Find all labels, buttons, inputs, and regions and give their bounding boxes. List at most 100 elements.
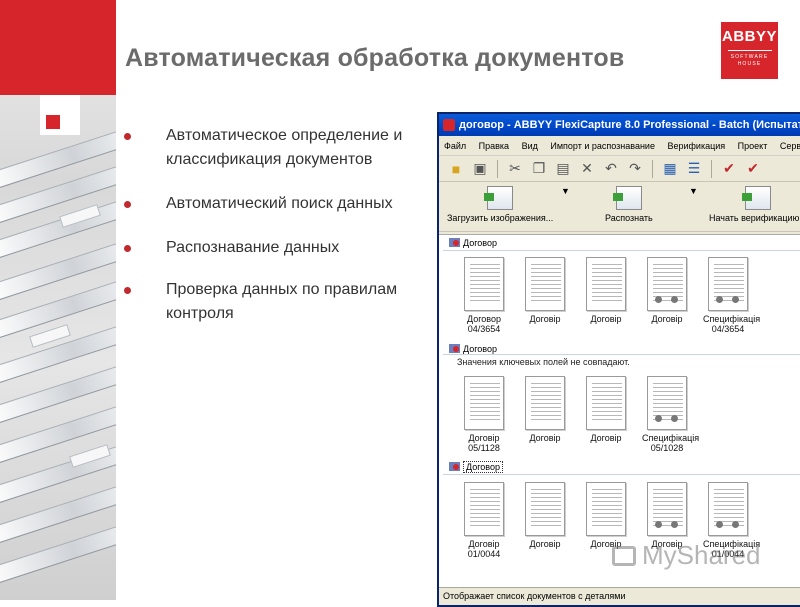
page-thumbnail (525, 257, 565, 311)
group-divider (443, 354, 800, 355)
document-thumbnail[interactable]: Договір 01/0044 (459, 482, 509, 559)
action-bar: Загрузить изображения... ▼ Распознать ▼ … (439, 182, 800, 232)
menu-service[interactable]: Сервис (775, 136, 800, 156)
document-number: 05/1128 (468, 443, 500, 453)
abbyy-logo: ABBYY SOFTWARE HOUSE (721, 22, 778, 79)
toolbar: ■ ▣ ✂ ❐ ▤ ✕ ↶ ↷ ▦ ☰ ✔ ✔ (439, 156, 800, 182)
decorative-photo-strip (0, 0, 116, 600)
presentation-icon (612, 546, 636, 566)
document-group-header[interactable]: Договор (449, 344, 497, 354)
redo-icon[interactable]: ↷ (624, 158, 646, 180)
document-set-icon (449, 238, 460, 247)
document-name: Договір (529, 539, 561, 549)
document-thumbnail[interactable]: Договір (642, 257, 692, 324)
document-thumbnail[interactable]: Договір (520, 257, 570, 324)
page-thumbnail (647, 257, 687, 311)
verify-check-icon[interactable]: ✔ (718, 158, 740, 180)
accent-square (40, 95, 80, 135)
menu-file[interactable]: Файл (439, 136, 471, 156)
document-thumbnail[interactable]: Специфікація 04/3654 (703, 257, 760, 334)
logo-subtitle: SOFTWARE HOUSE (730, 54, 769, 67)
document-batch-view: Договор Договор 04/3654 Договір Договір … (439, 234, 800, 589)
menu-bar: Файл Правка Вид Импорт и распознавание В… (439, 136, 800, 156)
logo-divider (727, 50, 772, 51)
bullet-item: Автоматический поиск данных (124, 192, 444, 216)
bullet-dot-icon (124, 287, 131, 294)
toolbar-divider (711, 159, 712, 178)
delete-icon[interactable]: ✕ (576, 158, 598, 180)
verify-next-icon[interactable]: ✔ (742, 158, 764, 180)
app-icon (443, 119, 455, 131)
document-thumbnail[interactable]: Договор 04/3654 (459, 257, 509, 334)
bullet-text: Автоматический поиск данных (166, 195, 393, 212)
document-thumbnail[interactable]: Договір 05/1128 (459, 376, 509, 453)
undo-icon[interactable]: ↶ (600, 158, 622, 180)
page-thumbnail (586, 257, 626, 311)
page-thumbnail (525, 482, 565, 536)
bullet-item: Автоматическое определение и классификац… (124, 124, 444, 172)
logo-brand: ABBYY (721, 28, 777, 45)
document-thumbnail[interactable]: Договір (520, 376, 570, 443)
page-thumbnail (708, 482, 748, 536)
load-images-button[interactable]: Загрузить изображения... (447, 186, 553, 223)
window-title: договор - ABBYY FlexiCapture 8.0 Profess… (459, 119, 800, 131)
document-thumbnail[interactable]: Договір (581, 482, 631, 549)
document-name: Договір (651, 314, 683, 324)
group-label: Договор (463, 344, 497, 354)
document-group-header[interactable]: Договор (449, 238, 497, 248)
page-thumbnail (647, 482, 687, 536)
bullet-dot-icon (124, 245, 131, 252)
recognize-dropdown-icon[interactable]: ▼ (689, 186, 698, 196)
group-label: Договор (463, 238, 497, 248)
open-folder-icon[interactable]: ■ (445, 158, 467, 180)
bullet-text: Распознавание данных (166, 239, 340, 256)
slide-title: Автоматическая обработка документов (125, 44, 625, 72)
start-verification-label: Начать верификацию... (709, 213, 800, 223)
bullet-dot-icon (124, 201, 131, 208)
document-name: Договір (529, 314, 561, 324)
watermark: MyShared (612, 540, 761, 571)
document-number: 04/3654 (711, 324, 745, 334)
document-name: Договор (467, 314, 501, 324)
details-view-icon[interactable]: ☰ (683, 158, 705, 180)
document-name: Договір (468, 539, 500, 549)
cut-icon[interactable]: ✂ (504, 158, 526, 180)
copy-icon[interactable]: ❐ (528, 158, 550, 180)
menu-view[interactable]: Вид (517, 136, 543, 156)
bullet-dot-icon (124, 133, 131, 140)
page-thumbnail (586, 482, 626, 536)
menu-edit[interactable]: Правка (474, 136, 514, 156)
document-thumbnail[interactable]: Договір (581, 376, 631, 443)
load-images-dropdown-icon[interactable]: ▼ (561, 186, 570, 196)
document-thumbnail[interactable]: Договір (642, 482, 692, 549)
bullet-item: Проверка данных по правилам контроля (124, 278, 444, 326)
group-warning-note: Значения ключевых полей не совпадают. (457, 357, 630, 367)
document-number: 05/1028 (650, 443, 684, 453)
document-name: Специфікація (642, 433, 700, 443)
thumbnails-view-icon[interactable]: ▦ (659, 158, 681, 180)
start-verification-icon (741, 186, 771, 210)
document-group-header[interactable]: Договор (449, 461, 503, 473)
page-thumbnail (586, 376, 626, 430)
menu-project[interactable]: Проект (733, 136, 773, 156)
flexicapture-window: договор - ABBYY FlexiCapture 8.0 Profess… (437, 112, 800, 607)
paste-icon[interactable]: ▤ (552, 158, 574, 180)
document-thumbnail[interactable]: Договір (581, 257, 631, 324)
document-thumbnail[interactable]: Договір (520, 482, 570, 549)
start-verification-button[interactable]: Начать верификацию... (709, 186, 800, 223)
menu-import-recognition[interactable]: Импорт и распознавание (545, 136, 660, 156)
document-name: Договір (590, 314, 622, 324)
save-icon[interactable]: ▣ (469, 158, 491, 180)
document-name: Договір (468, 433, 500, 443)
toolbar-divider (652, 159, 653, 178)
document-thumbnail[interactable]: Специфікація 05/1028 (642, 376, 700, 453)
menu-verification[interactable]: Верификация (662, 136, 730, 156)
recognize-icon (612, 186, 642, 210)
window-titlebar[interactable]: договор - ABBYY FlexiCapture 8.0 Profess… (439, 114, 800, 136)
document-number: 04/3654 (467, 324, 501, 334)
page-thumbnail (464, 257, 504, 311)
group-divider (443, 474, 800, 475)
document-set-error-icon (449, 344, 460, 353)
recognize-button[interactable]: Распознать (605, 186, 653, 223)
page-thumbnail (464, 376, 504, 430)
